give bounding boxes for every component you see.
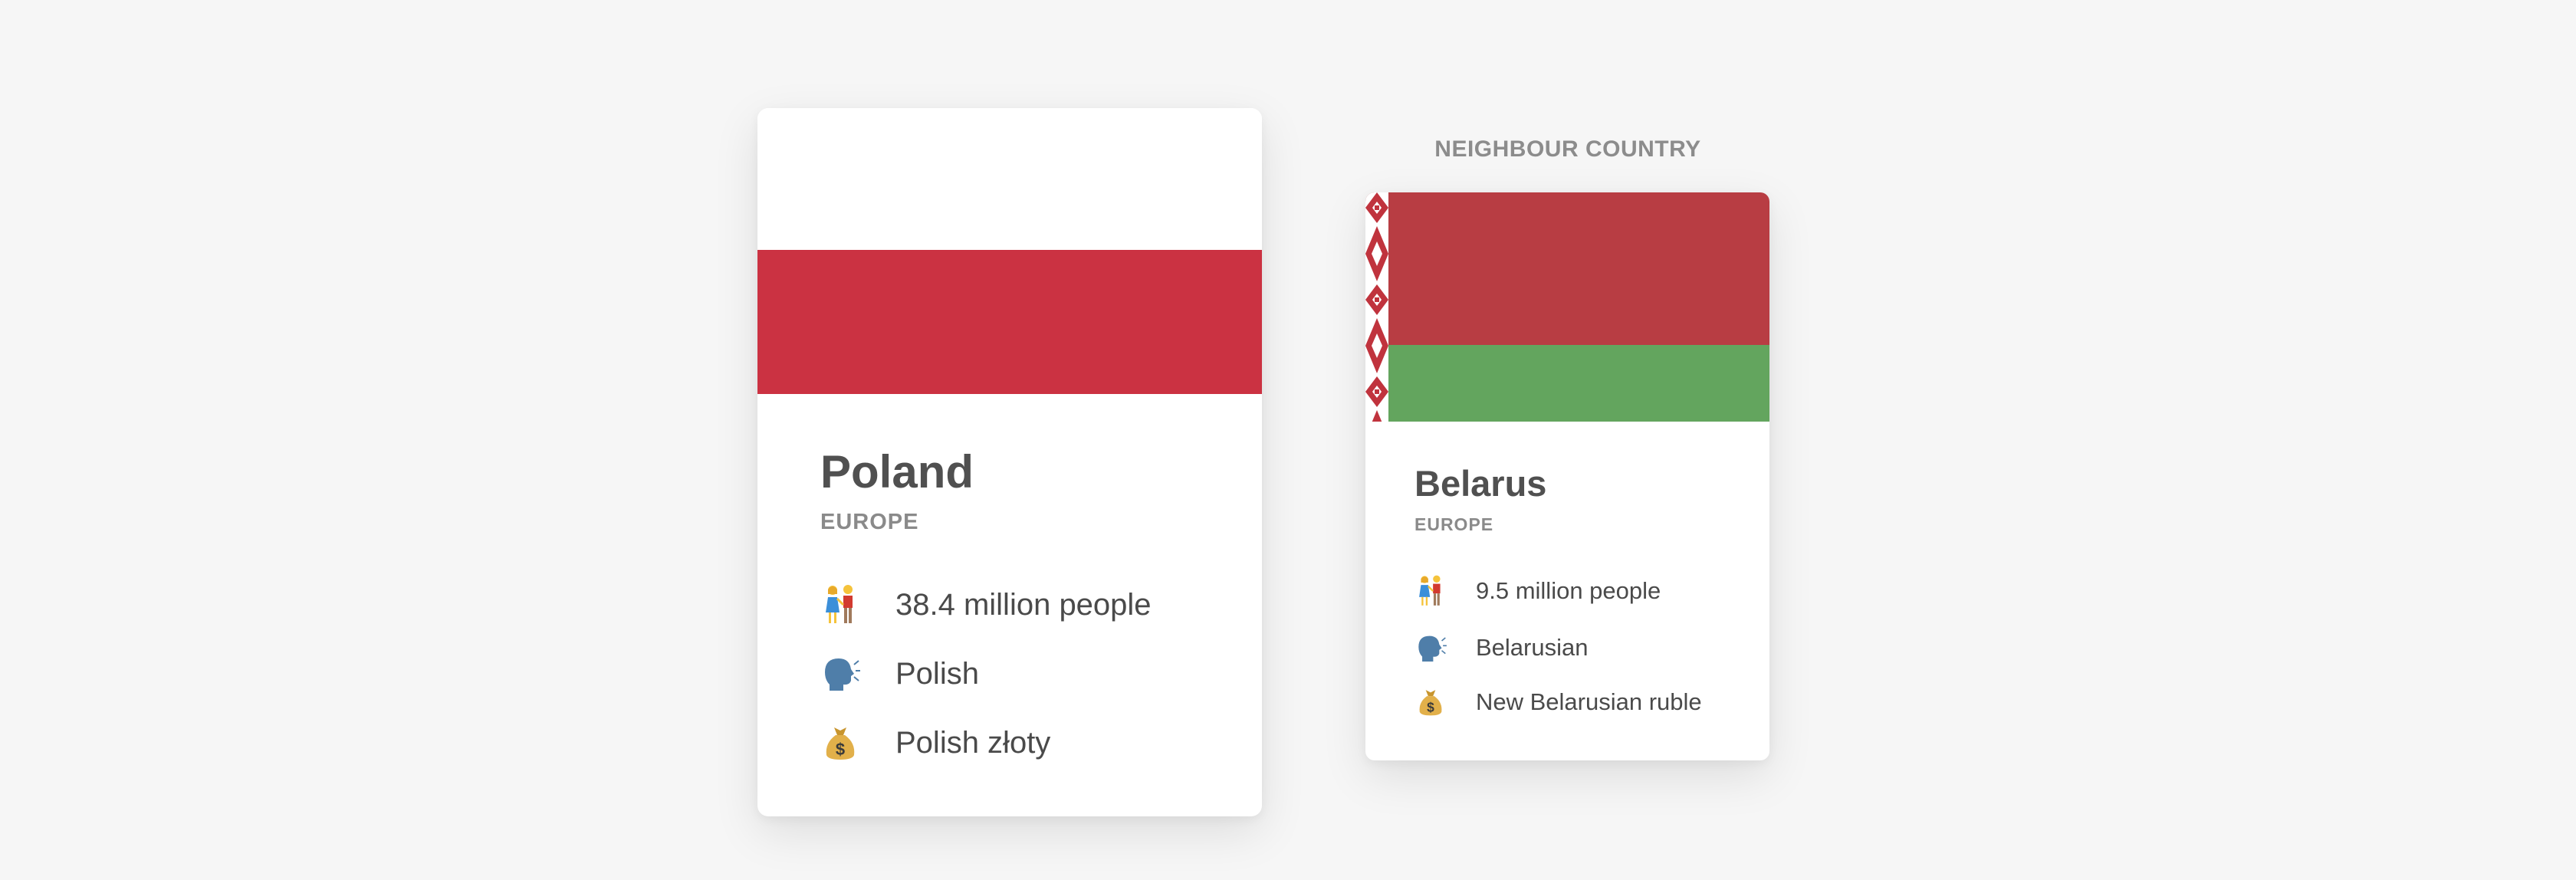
population-text: 9.5 million people [1476, 577, 1661, 604]
currency-row: Polish złoty [825, 720, 1050, 766]
currency-text: New Belarusian ruble [1476, 688, 1702, 715]
flag-white-stripe [757, 108, 1262, 250]
country-name: Poland [820, 446, 974, 497]
population-row: 9.5 million people [1416, 573, 1661, 609]
flag-red-stripe [1365, 192, 1769, 345]
couple-icon [822, 583, 859, 626]
language-row: Polish [822, 651, 979, 697]
belarus-flag [1365, 192, 1769, 422]
population-row: 38.4 million people [822, 582, 1152, 628]
language-text: Belarusian [1476, 634, 1589, 661]
flag-ornament [1365, 192, 1388, 422]
flag-green-stripe [1365, 345, 1769, 422]
language-text: Polish [895, 656, 979, 691]
country-name: Belarus [1414, 463, 1547, 504]
poland-flag [757, 108, 1262, 394]
country-card-belarus[interactable]: Belarus EUROPE 9.5 million people Belaru… [1365, 192, 1769, 760]
currency-text: Polish złoty [895, 725, 1051, 760]
country-region: EUROPE [820, 510, 919, 534]
language-row: Belarusian [1416, 629, 1588, 666]
speaking-head-icon [822, 657, 860, 691]
currency-row: New Belarusian ruble [1418, 684, 1702, 721]
money-bag-icon [1418, 688, 1443, 717]
speaking-head-icon [1416, 635, 1447, 662]
population-text: 38.4 million people [895, 587, 1152, 622]
couple-icon [1416, 574, 1445, 608]
money-bag-icon [825, 724, 856, 761]
country-region: EUROPE [1414, 514, 1494, 534]
neighbour-country-label: NEIGHBOUR COUNTRY [1434, 136, 1701, 162]
country-card-poland[interactable]: Poland EUROPE 38.4 million people Polish… [757, 108, 1262, 816]
flag-red-stripe [757, 250, 1262, 394]
